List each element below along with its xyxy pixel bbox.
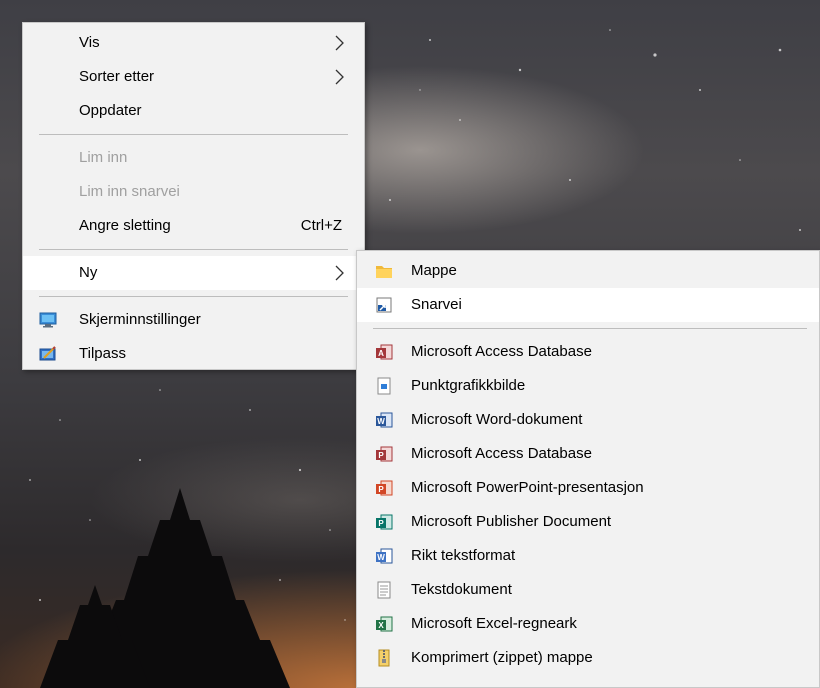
submenu-item-access-database[interactable]: A Microsoft Access Database: [357, 335, 819, 369]
svg-text:P: P: [378, 519, 384, 528]
new-submenu: Mappe Snarvei A Microsoft Access Databas…: [356, 250, 820, 688]
menu-item-label: Sorter etter: [79, 68, 155, 85]
svg-text:W: W: [377, 553, 385, 562]
menu-separator: [39, 249, 348, 250]
submenu-item-label: Snarvei: [411, 296, 462, 313]
svg-text:A: A: [378, 349, 384, 358]
menu-item-label: Angre sletting: [79, 217, 171, 234]
menu-item-new[interactable]: Ny: [23, 256, 364, 290]
menu-item-personalize[interactable]: Tilpass: [23, 337, 364, 371]
bitmap-icon: [377, 377, 391, 395]
menu-item-sort-by[interactable]: Sorter etter: [23, 60, 364, 94]
submenu-item-publisher[interactable]: P Microsoft Publisher Document: [357, 505, 819, 539]
menu-item-paste-shortcut: Lim inn snarvei: [23, 175, 364, 209]
keyboard-shortcut: Ctrl+Z: [300, 217, 342, 234]
svg-text:P: P: [378, 485, 384, 494]
submenu-item-label: Microsoft PowerPoint-presentasjon: [411, 479, 644, 496]
menu-item-label: Skjerminnstillinger: [79, 311, 201, 328]
word-icon: W: [376, 412, 393, 428]
excel-icon: X: [376, 616, 393, 632]
rtf-icon: W: [376, 548, 393, 564]
submenu-item-rich-text[interactable]: W Rikt tekstformat: [357, 539, 819, 573]
menu-item-label: Tilpass: [79, 345, 126, 362]
submenu-item-word-document[interactable]: W Microsoft Word-dokument: [357, 403, 819, 437]
menu-item-label: Oppdater: [79, 102, 142, 119]
submenu-item-label: Microsoft Access Database: [411, 343, 592, 360]
menu-separator: [39, 296, 348, 297]
submenu-item-label: Rikt tekstformat: [411, 547, 516, 564]
submenu-item-shortcut[interactable]: Snarvei: [357, 288, 819, 322]
menu-item-label: Lim inn snarvei: [79, 183, 180, 200]
submenu-item-powerpoint[interactable]: P Microsoft PowerPoint-presentasjon: [357, 471, 819, 505]
submenu-item-zip-folder[interactable]: Komprimert (zippet) mappe: [357, 641, 819, 675]
chevron-right-icon: [335, 265, 344, 281]
chevron-right-icon: [335, 35, 344, 51]
menu-separator: [39, 134, 348, 135]
submenu-item-bitmap-image[interactable]: Punktgrafikkbilde: [357, 369, 819, 403]
menu-item-refresh[interactable]: Oppdater: [23, 94, 364, 128]
chevron-right-icon: [335, 69, 344, 85]
publisher-icon: P: [376, 514, 393, 530]
menu-item-label: Lim inn: [79, 149, 128, 166]
submenu-item-label: Tekstdokument: [411, 581, 512, 598]
submenu-item-excel[interactable]: X Microsoft Excel-regneark: [357, 607, 819, 641]
access-icon: A: [376, 344, 393, 360]
menu-item-display-settings[interactable]: Skjerminnstillinger: [23, 303, 364, 337]
menu-item-label: Ny: [79, 264, 98, 281]
submenu-item-label: Microsoft Publisher Document: [411, 513, 612, 530]
menu-item-paste: Lim inn: [23, 141, 364, 175]
text-document-icon: [377, 581, 391, 599]
powerpoint-icon: P: [376, 480, 393, 496]
menu-item-view[interactable]: Vis: [23, 26, 364, 60]
menu-item-label: Vis: [79, 34, 100, 51]
desktop-context-menu: Vis Sorter etter Oppdater Lim inn Lim in…: [22, 22, 365, 370]
svg-text:W: W: [377, 417, 385, 426]
personalize-icon: [39, 346, 56, 361]
submenu-item-label: Komprimert (zippet) mappe: [411, 649, 593, 666]
menu-item-undo-delete[interactable]: Angre sletting Ctrl+Z: [23, 209, 364, 243]
shortcut-icon: [376, 297, 392, 313]
submenu-item-label: Microsoft Excel-regneark: [411, 615, 577, 632]
access-icon: P: [376, 446, 393, 462]
submenu-item-text-document[interactable]: Tekstdokument: [357, 573, 819, 607]
display-settings-icon: [39, 312, 57, 328]
svg-text:P: P: [378, 451, 384, 460]
svg-text:X: X: [378, 621, 384, 630]
submenu-item-label: Microsoft Access Database: [411, 445, 592, 462]
submenu-item-access-database-2[interactable]: P Microsoft Access Database: [357, 437, 819, 471]
submenu-item-label: Mappe: [411, 262, 457, 279]
submenu-item-label: Microsoft Word-dokument: [411, 411, 583, 428]
submenu-item-label: Punktgrafikkbilde: [411, 377, 526, 394]
submenu-item-folder[interactable]: Mappe: [357, 254, 819, 288]
folder-icon: [376, 266, 392, 278]
zip-folder-icon: [378, 649, 390, 667]
menu-separator: [373, 328, 807, 329]
tree-silhouette: [40, 488, 290, 688]
